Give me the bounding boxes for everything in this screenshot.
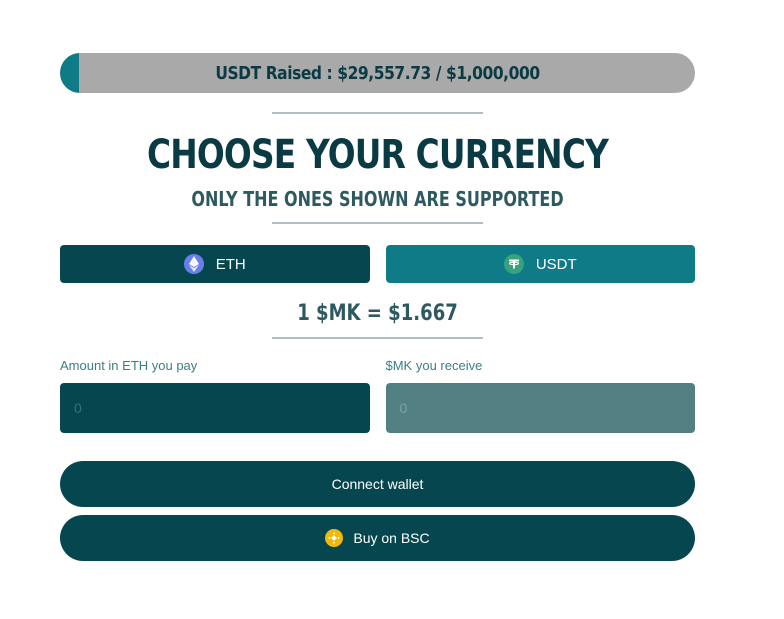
divider <box>272 222 483 224</box>
pay-amount-input[interactable] <box>60 383 370 433</box>
tether-icon <box>503 254 524 274</box>
tab-eth[interactable]: ETH <box>60 245 370 283</box>
buy-on-bsc-label: Buy on BSC <box>353 530 430 546</box>
raise-progress-fill <box>60 53 79 93</box>
page-subtitle: ONLY THE ONES SHOWN ARE SUPPORTED <box>191 187 564 211</box>
receive-amount-input[interactable] <box>385 383 695 433</box>
raise-progress-bar: USDT Raised : $29,557.73 / $1,000,000 <box>60 53 695 93</box>
presale-widget: USDT Raised : $29,557.73 / $1,000,000 CH… <box>60 53 695 561</box>
raise-progress-label: USDT Raised : $29,557.73 / $1,000,000 <box>215 62 540 84</box>
amount-fields: Amount in ETH you pay $MK you receive <box>60 357 695 433</box>
divider <box>272 337 483 339</box>
exchange-rate: 1 $MK = $1.667 <box>297 301 458 326</box>
pay-field-label: Amount in ETH you pay <box>60 358 198 373</box>
page-title: CHOOSE YOUR CURRENCY <box>146 132 609 178</box>
buy-on-bsc-button[interactable]: Buy on BSC <box>60 515 695 561</box>
pay-field-group: Amount in ETH you pay <box>60 357 370 433</box>
tab-eth-label: ETH <box>215 255 246 273</box>
connect-wallet-button[interactable]: Connect wallet <box>60 461 695 507</box>
tab-usdt-label: USDT <box>535 255 577 273</box>
receive-field-label: $MK you receive <box>385 358 483 373</box>
currency-tabs: ETH USDT <box>60 245 695 283</box>
tab-usdt[interactable]: USDT <box>385 245 695 283</box>
receive-field-group: $MK you receive <box>385 357 695 433</box>
ethereum-icon <box>183 254 204 274</box>
divider <box>272 112 483 114</box>
connect-wallet-label: Connect wallet <box>331 476 424 492</box>
bnb-icon <box>325 529 344 547</box>
